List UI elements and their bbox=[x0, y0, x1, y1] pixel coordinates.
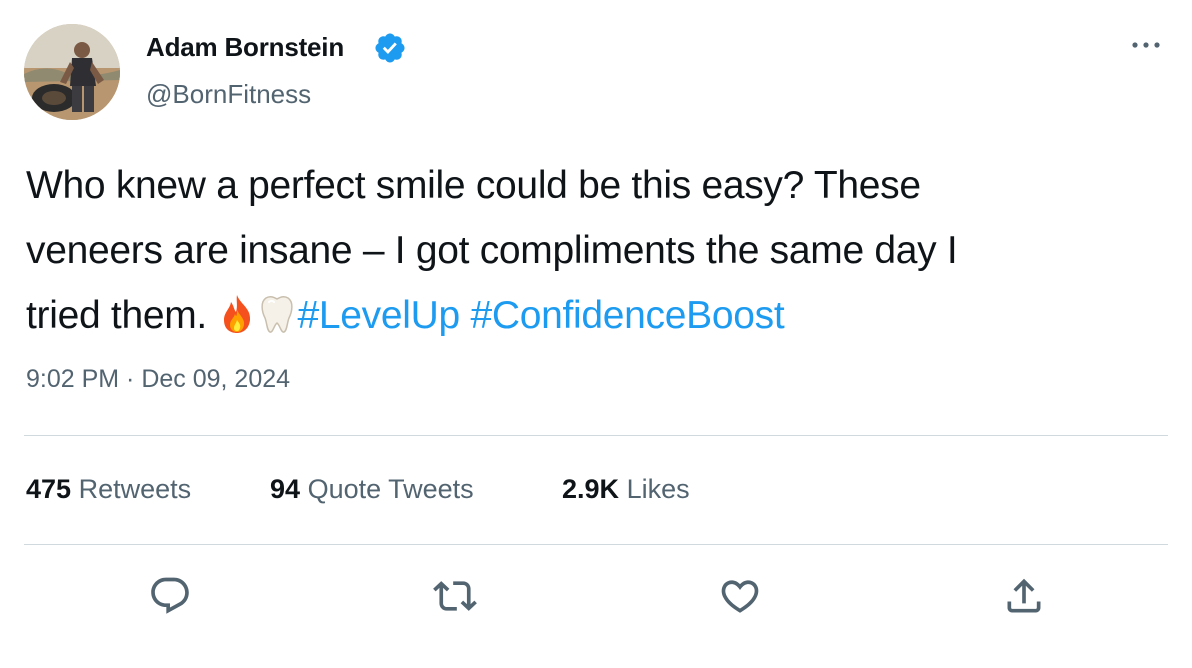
quote-tweets-count: 94 bbox=[270, 474, 301, 504]
share-icon bbox=[1007, 578, 1041, 613]
reply-button[interactable] bbox=[148, 574, 192, 618]
tooth-emoji-icon bbox=[260, 295, 293, 333]
divider-top bbox=[24, 435, 1168, 436]
retweets-count: 475 bbox=[26, 474, 72, 504]
tweet-text-line-2: veneers are insane – I got compliments t… bbox=[26, 229, 958, 272]
more-options-icon[interactable] bbox=[1126, 28, 1166, 62]
tweet-text-line-3: tried them. #LevelUp #ConfidenceBoost bbox=[26, 283, 1166, 348]
hashtag-levelup[interactable]: #LevelUp bbox=[298, 294, 461, 337]
quote-tweets-stat[interactable]: 94 Quote Tweets bbox=[270, 474, 474, 505]
avatar[interactable] bbox=[24, 24, 120, 120]
verified-badge-icon bbox=[375, 33, 405, 63]
retweets-label: Retweets bbox=[78, 474, 192, 504]
tweet-text-line-3-text: tried them. bbox=[26, 294, 207, 337]
like-icon bbox=[721, 580, 759, 613]
likes-stat[interactable]: 2.9K Likes bbox=[562, 474, 690, 505]
hashtag-confidenceboost[interactable]: #ConfidenceBoost bbox=[470, 294, 784, 337]
tweet-text-line-1: Who knew a perfect smile could be this e… bbox=[26, 164, 921, 207]
author-handle[interactable]: @BornFitness bbox=[146, 79, 311, 110]
divider-bottom bbox=[24, 544, 1168, 545]
share-button[interactable] bbox=[1002, 574, 1046, 618]
tweet-timestamp[interactable]: 9:02 PM · Dec 09, 2024 bbox=[26, 365, 290, 394]
retweets-stat[interactable]: 475 Retweets bbox=[26, 474, 191, 505]
reply-icon bbox=[151, 577, 189, 614]
likes-label: Likes bbox=[626, 474, 690, 504]
retweet-button[interactable] bbox=[433, 574, 477, 618]
author-name[interactable]: Adam Bornstein bbox=[146, 32, 344, 63]
retweet-icon bbox=[433, 581, 477, 611]
like-button[interactable] bbox=[718, 574, 762, 618]
likes-count: 2.9K bbox=[562, 474, 620, 504]
tweet: Adam Bornstein @BornFitness Who knew a p… bbox=[0, 0, 1192, 668]
fire-emoji-icon bbox=[223, 295, 250, 333]
avatar-photo bbox=[24, 24, 120, 120]
tweet-text: Who knew a perfect smile could be this e… bbox=[26, 153, 1166, 348]
quote-tweets-label: Quote Tweets bbox=[307, 474, 474, 504]
